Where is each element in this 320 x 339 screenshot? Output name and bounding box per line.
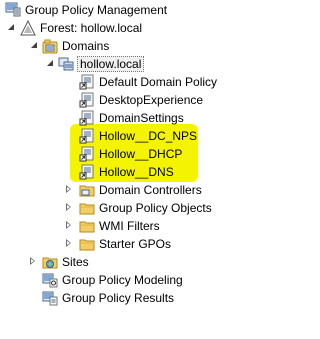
tree-label: Sites <box>62 255 89 269</box>
collapsed-arrow-icon[interactable] <box>64 203 73 212</box>
gpm-console-icon <box>5 1 21 17</box>
tree-node-gpm[interactable]: Group Policy Management <box>0 1 200 19</box>
sites-icon <box>42 254 58 270</box>
tree-label: Forest: hollow.local <box>40 21 143 35</box>
tree-label: Group Policy Objects <box>99 201 212 215</box>
expanded-arrow-icon[interactable] <box>7 23 16 32</box>
gpo-link-icon <box>79 146 95 162</box>
tree-label: DesktopExperience <box>99 93 204 107</box>
tree-node-starter-gpos[interactable]: Starter GPOs <box>0 235 260 253</box>
domains-icon <box>42 38 58 54</box>
forest-icon <box>20 19 36 36</box>
results-icon <box>42 290 58 306</box>
expanded-arrow-icon[interactable] <box>46 59 55 68</box>
modeling-icon <box>42 272 58 288</box>
collapsed-arrow-icon[interactable] <box>64 221 73 230</box>
tree-node-domain-controllers[interactable]: Domain Controllers <box>0 181 260 199</box>
tree-label: Group Policy Results <box>62 291 175 305</box>
tree-label: Domains <box>62 39 110 53</box>
gpo-link-icon <box>79 164 95 180</box>
tree-label: Default Domain Policy <box>99 75 218 89</box>
folder-icon <box>79 236 95 252</box>
tree-node-gpo-objects[interactable]: Group Policy Objects <box>0 199 260 217</box>
expanded-arrow-icon[interactable] <box>30 41 39 50</box>
domain-icon <box>58 56 74 72</box>
gpo-link-icon <box>79 92 95 108</box>
collapsed-arrow-icon[interactable] <box>28 257 37 266</box>
tree-node-domain[interactable]: hollow.local <box>0 55 200 73</box>
tree-label: Group Policy Modeling <box>62 273 183 287</box>
tree-label-selected: hollow.local <box>77 56 145 72</box>
gpo-link-item[interactable]: Default Domain Policy <box>0 73 260 91</box>
tree-node-wmi-filters[interactable]: WMI Filters <box>0 217 260 235</box>
tree-label: Group Policy Management <box>25 3 168 17</box>
ou-folder-icon <box>79 182 95 198</box>
gpo-link-item[interactable]: DesktopExperience <box>0 91 260 109</box>
gpo-link-item[interactable]: Hollow__DHCP <box>0 145 260 163</box>
folder-icon <box>79 218 95 234</box>
tree-label: Hollow__DHCP <box>99 147 183 161</box>
tree-label: DomainSettings <box>99 111 184 125</box>
collapsed-arrow-icon[interactable] <box>64 239 73 248</box>
folder-icon <box>79 200 95 216</box>
tree-label: WMI Filters <box>99 219 160 233</box>
gpo-link-item[interactable]: Hollow__DNS <box>0 163 260 181</box>
collapsed-arrow-icon[interactable] <box>64 185 73 194</box>
gpmc-tree: Group Policy Management Forest: hollow.l… <box>0 0 280 339</box>
gpo-link-icon <box>79 128 95 144</box>
tree-node-results[interactable]: Group Policy Results <box>0 289 220 307</box>
tree-node-domains[interactable]: Domains <box>0 37 200 55</box>
tree-node-sites[interactable]: Sites <box>0 253 200 271</box>
tree-label: Starter GPOs <box>99 237 172 251</box>
tree-node-modeling[interactable]: Group Policy Modeling <box>0 271 220 289</box>
gpo-link-item[interactable]: Hollow__DC_NPS <box>0 127 260 145</box>
tree-label: Domain Controllers <box>99 183 202 197</box>
tree-label: Hollow__DC_NPS <box>99 129 198 143</box>
gpo-link-icon <box>79 74 95 90</box>
gpo-link-icon <box>79 110 95 126</box>
tree-label: Hollow__DNS <box>99 165 174 179</box>
gpo-link-item[interactable]: DomainSettings <box>0 109 260 127</box>
tree-node-forest[interactable]: Forest: hollow.local <box>0 19 200 37</box>
